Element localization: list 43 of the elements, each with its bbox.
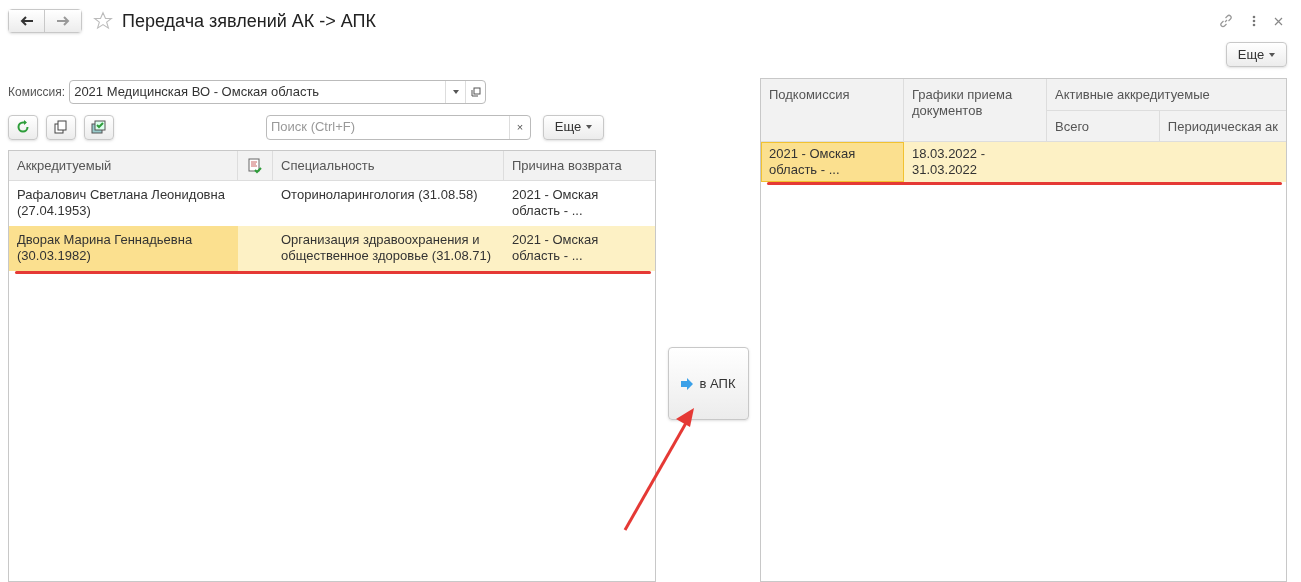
table-cell: Дворак Марина Геннадьевна (30.03.1982): [9, 226, 238, 271]
more-button[interactable]: Еще: [543, 114, 604, 140]
document-check-icon[interactable]: [248, 157, 262, 174]
column-header[interactable]: Причина возврата: [504, 151, 655, 180]
commission-label: Комиссия:: [8, 84, 66, 101]
column-header[interactable]: Графики приема документов: [904, 79, 1047, 141]
check-all-button[interactable]: [84, 114, 114, 140]
column-header[interactable]: Всего: [1047, 111, 1160, 141]
link-icon[interactable]: [1218, 13, 1234, 29]
search-field[interactable]: Поиск (Ctrl+F) ×: [266, 114, 531, 140]
table-cell-text: 2021 - Омская область - ...: [511, 231, 600, 265]
table-cell-text: 18.03.2022 - 31.03.2022: [911, 145, 986, 179]
refresh-icon: [16, 120, 30, 134]
table-cell: 2021 - Омская область - ...: [761, 142, 904, 182]
back-arrow-icon: [19, 16, 34, 26]
table-row[interactable]: Дворак Марина Геннадьевна (30.03.1982) Организация здравоохранения и общественное здоровье (31.08.71) 2021 - Омская область - ...: [9, 226, 655, 271]
caret-icon: [1269, 52, 1276, 57]
table-cell-text: Организация здравоохранения и общественное здоровье (31.08.71): [280, 231, 493, 265]
column-group-header: Активные аккредитуемые: [1047, 79, 1286, 111]
back-button[interactable]: [9, 10, 45, 32]
table-cell-text: Оториноларингология (31.08.58): [280, 186, 479, 204]
table-cell-text: 2021 - Омская область - ...: [511, 186, 600, 220]
more-button[interactable]: Еще: [1226, 42, 1287, 67]
clear-button[interactable]: ×: [509, 115, 530, 139]
more-icon[interactable]: [1252, 15, 1256, 27]
table-row[interactable]: 2021 - Омская область - ... 18.03.2022 - 31.03.2022: [761, 142, 1286, 182]
forward-arrow-icon: [56, 16, 70, 26]
copy-button[interactable]: [46, 114, 76, 140]
checked-list-icon: [91, 120, 107, 134]
refresh-button[interactable]: [8, 114, 38, 140]
column-header[interactable]: Специальность: [273, 151, 504, 180]
column-header[interactable]: Аккредитуемый: [9, 151, 238, 180]
column-header[interactable]: Подкомиссия: [761, 79, 904, 141]
transfer-button[interactable]: в АПК: [667, 347, 749, 420]
star-icon[interactable]: [93, 11, 113, 31]
window-title: Передача зявлений АК -> АПК: [122, 9, 377, 33]
close-icon[interactable]: [1274, 16, 1283, 26]
commission-field[interactable]: 2021 Медицинская ВО - Омская область: [69, 80, 487, 104]
column-header[interactable]: Периодическая ак: [1159, 111, 1286, 141]
table-cell-text: Рафалович Светлана Леонидовна (27.04.1953): [16, 186, 226, 220]
copy-icon: [54, 120, 68, 134]
caret-icon: [586, 125, 593, 129]
arrow-right-icon: [680, 377, 694, 390]
